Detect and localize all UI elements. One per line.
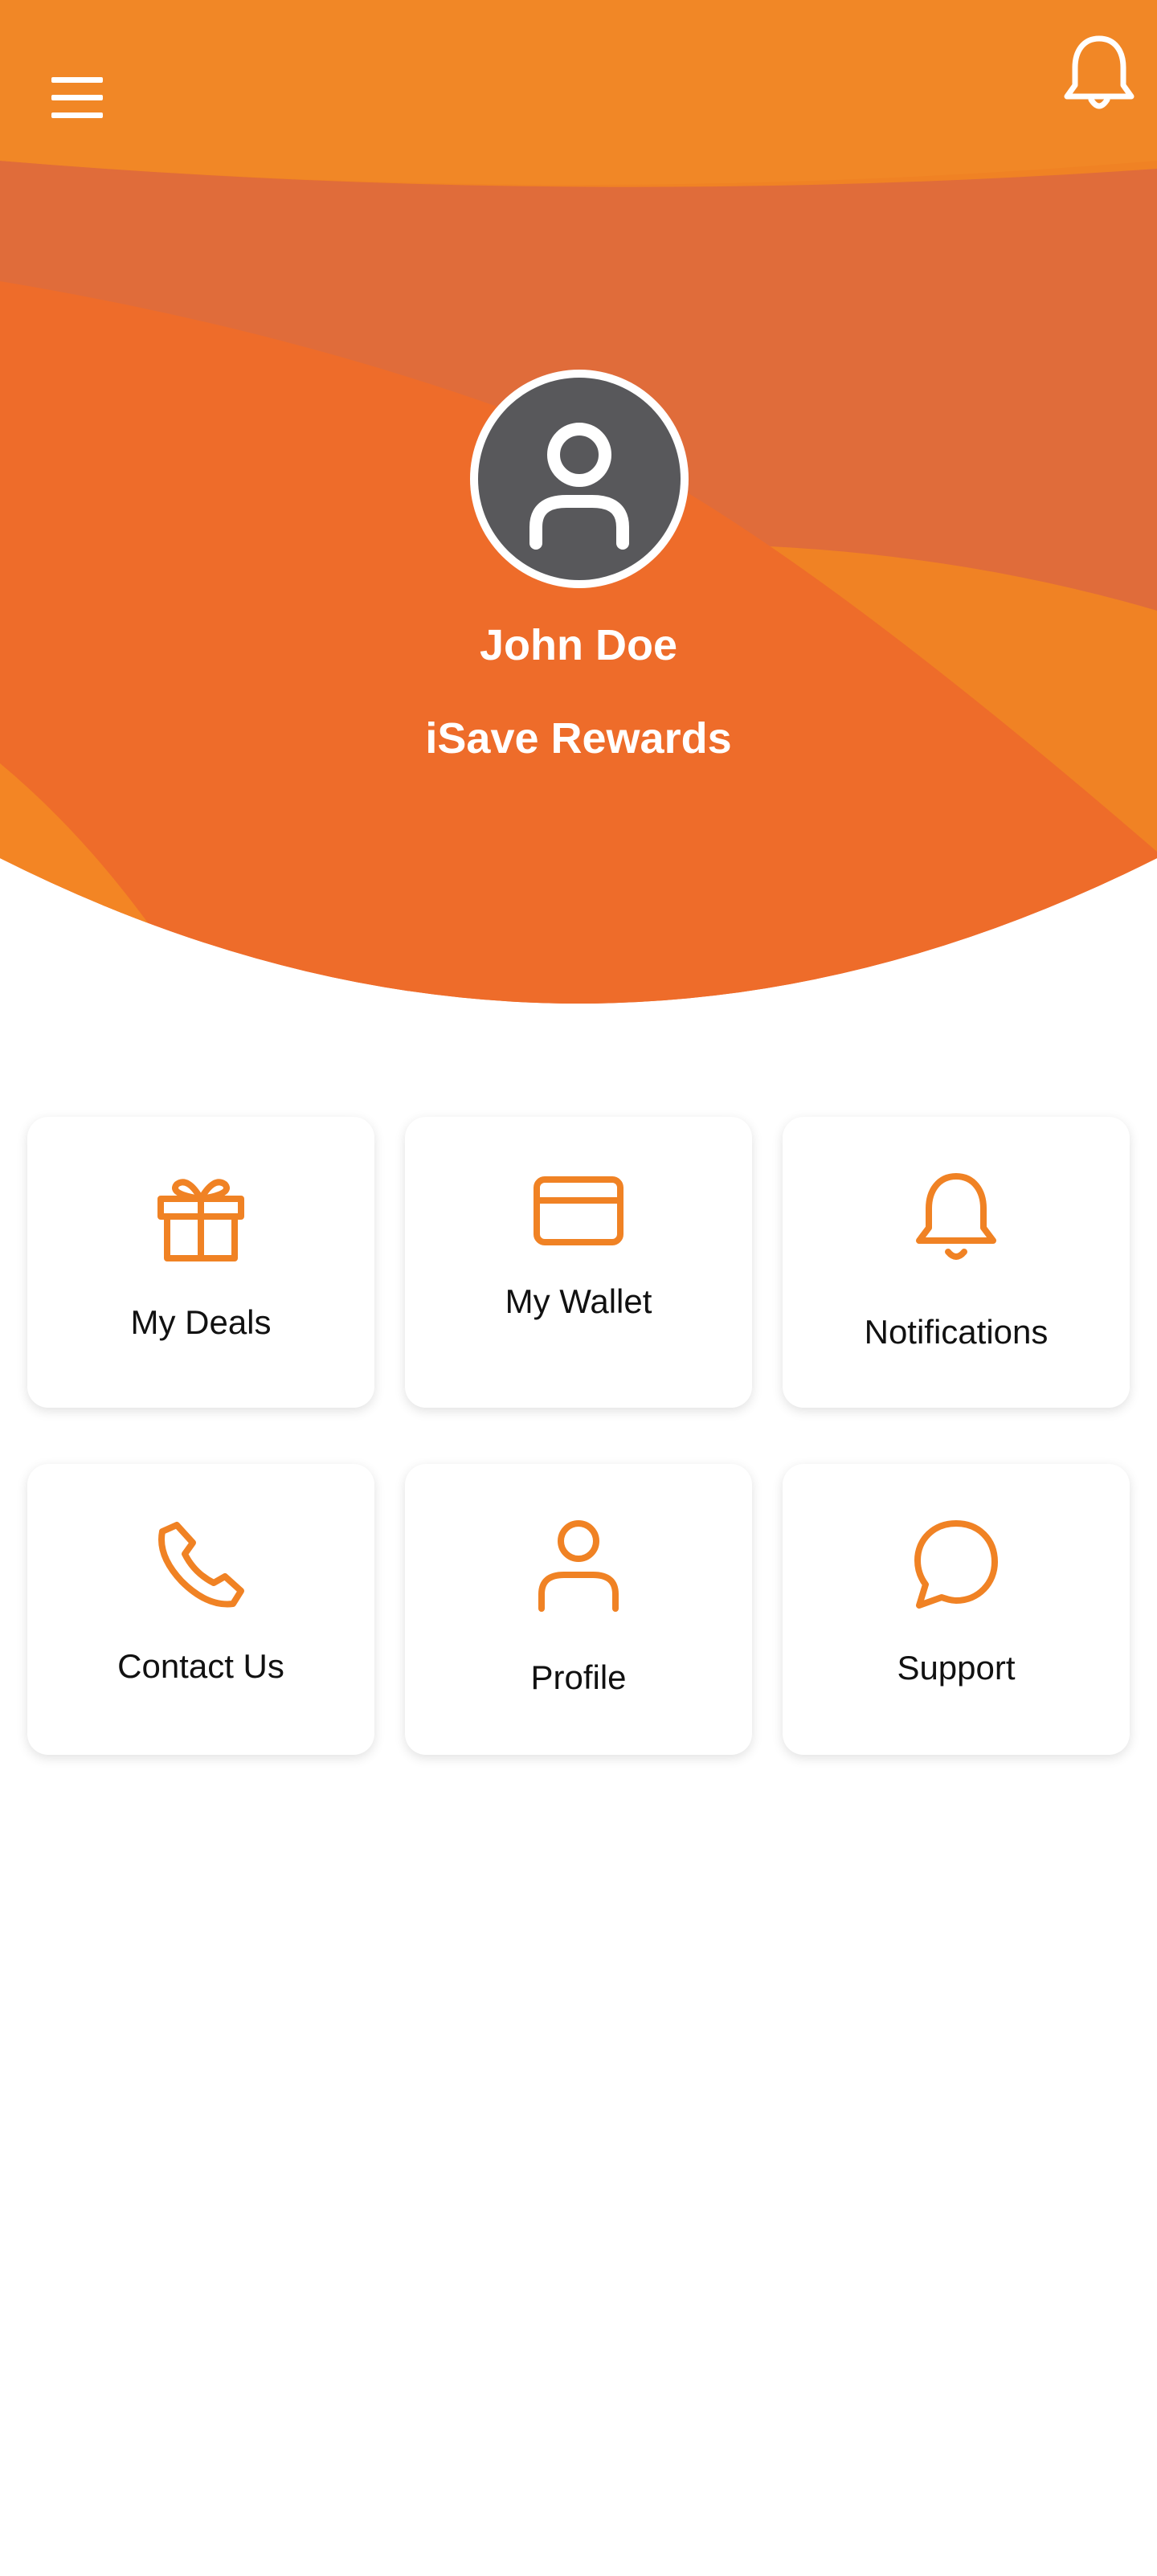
user-name: John Doe bbox=[479, 621, 677, 669]
hamburger-menu-icon-line bbox=[51, 112, 103, 118]
chat-bubble-icon bbox=[914, 1520, 998, 1609]
bell-icon bbox=[1064, 35, 1135, 109]
tile-label: Notifications bbox=[864, 1313, 1049, 1351]
home-screen: John Doe iSave Rewards My Deals My Walle… bbox=[0, 0, 1157, 2576]
tile-profile[interactable]: Profile bbox=[405, 1464, 752, 1755]
tile-label: My Deals bbox=[130, 1303, 272, 1341]
notification-button[interactable] bbox=[1059, 29, 1139, 117]
user-icon bbox=[538, 1520, 619, 1612]
hamburger-menu-icon-line bbox=[51, 95, 103, 100]
phone-icon bbox=[158, 1522, 244, 1608]
profile-header: John Doe iSave Rewards bbox=[0, 0, 1157, 1012]
avatar[interactable] bbox=[470, 370, 689, 588]
tile-contact-us[interactable]: Contact Us bbox=[27, 1464, 374, 1755]
tile-my-wallet[interactable]: My Wallet bbox=[405, 1117, 752, 1408]
tile-label: Support bbox=[897, 1649, 1016, 1687]
tile-support[interactable]: Support bbox=[783, 1464, 1130, 1755]
tile-label: Profile bbox=[530, 1658, 627, 1696]
menu-button[interactable] bbox=[45, 66, 109, 127]
user-icon bbox=[529, 423, 629, 550]
tile-label: Contact Us bbox=[117, 1647, 284, 1685]
credit-card-icon bbox=[534, 1176, 623, 1245]
tile-label: My Wallet bbox=[505, 1282, 652, 1320]
avatar-background bbox=[478, 378, 681, 580]
tile-my-deals[interactable]: My Deals bbox=[27, 1117, 374, 1408]
program-name: iSave Rewards bbox=[425, 714, 732, 763]
bell-icon bbox=[916, 1173, 996, 1260]
tile-notifications[interactable]: Notifications bbox=[783, 1117, 1130, 1408]
gift-icon bbox=[157, 1179, 244, 1261]
hamburger-menu-icon bbox=[51, 77, 103, 83]
